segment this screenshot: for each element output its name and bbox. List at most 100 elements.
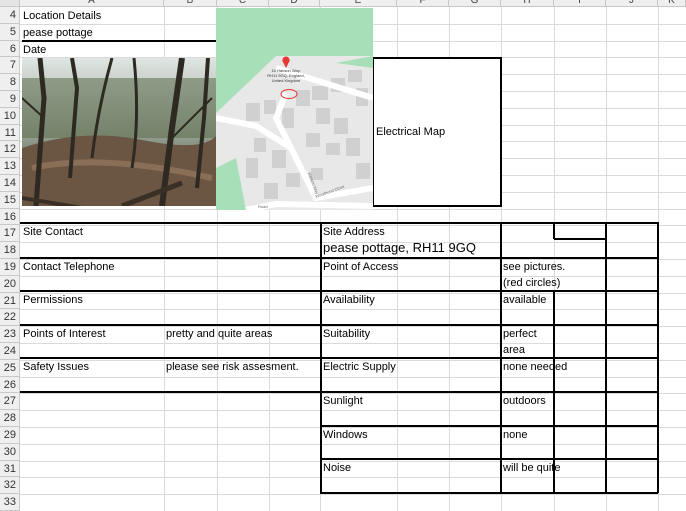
cell-border [20,290,658,292]
cell-point-of-access-value[interactable]: see pictures. [503,260,565,274]
row-header[interactable]: 32 [0,477,20,494]
cell-site-address-value[interactable]: pease pottage, RH11 9GQ [323,241,476,255]
column-header-g[interactable]: G [449,0,501,7]
gridline [20,477,686,478]
row-header[interactable]: 20 [0,276,20,293]
column-header-c[interactable]: C [217,0,269,7]
row-header[interactable]: 4 [0,7,20,24]
cell-noise[interactable]: Noise [323,461,351,475]
row-header[interactable]: 18 [0,242,20,259]
woodland-photo-icon [22,58,216,206]
cell-availability[interactable]: Availability [323,293,375,307]
cell-suitability[interactable]: Suitability [323,327,370,341]
column-header-e[interactable]: E [320,0,397,7]
cell-sunlight-value[interactable]: outdoors [503,394,546,408]
column-header-k[interactable]: K [658,0,686,7]
cell-point-of-access-value-2[interactable]: (red circles) [503,276,560,290]
cell-suitability-value[interactable]: perfect [503,327,537,341]
row-header[interactable]: 23 [0,326,20,343]
row-header[interactable]: 31 [0,461,20,477]
cell-noise-value[interactable]: will be quite [503,461,560,475]
cell-permissions[interactable]: Permissions [23,293,83,307]
cell-border [20,357,658,359]
row-header[interactable]: 6 [0,41,20,57]
row-header[interactable]: 7 [0,57,20,74]
cell-contact-telephone[interactable]: Contact Telephone [23,260,115,274]
cell-a6[interactable]: Date [23,43,46,57]
cell-border [500,222,502,493]
spreadsheet-grid[interactable]: A B C D E F G H I J K 4 5 6 7 8 9 10 11 12 13 14 15… [0,0,686,511]
cell-border [320,222,322,493]
row-header[interactable]: 16 [0,209,20,225]
select-all-corner[interactable] [0,0,20,7]
row-header[interactable]: 19 [0,259,20,276]
cell-suitability-value-2[interactable]: area [503,343,525,357]
row-header[interactable]: 29 [0,427,20,444]
column-header-d[interactable]: D [269,0,320,7]
cell-point-of-access[interactable]: Point of Access [323,260,398,274]
row-header[interactable]: 9 [0,91,20,108]
row-header[interactable]: 24 [0,343,20,360]
column-header-b[interactable]: B [164,0,217,7]
row-header[interactable]: 33 [0,494,20,511]
row-header[interactable]: 27 [0,393,20,410]
cell-electric-supply-value[interactable]: none needed [503,360,567,374]
map-pin-label-3: United Kingdom [272,78,301,83]
cell-border [320,492,658,494]
cell-electric-supply[interactable]: Electric Supply [323,360,396,374]
location-map[interactable]: 15 Hanson Way, RH11 9GQ, England, United… [216,8,373,210]
cell-border [605,222,607,493]
row-header[interactable]: 17 [0,225,20,242]
column-header-h[interactable]: H [501,0,554,7]
gridline [20,309,686,310]
cell-safety-issues[interactable]: Safety Issues [23,360,89,374]
cell-border [20,324,658,326]
row-header[interactable]: 21 [0,293,20,309]
cell-site-address[interactable]: Site Address [323,225,385,239]
cell-border [20,257,658,259]
cell-site-contact[interactable]: Site Contact [23,225,83,239]
cell-a5[interactable]: pease pottage [23,26,93,40]
cell-windows-value[interactable]: none [503,428,527,442]
row-header[interactable]: 11 [0,125,20,141]
gridline [20,410,686,411]
cell-a4[interactable]: Location Details [23,9,101,23]
gridline [20,444,686,445]
row-header[interactable]: 14 [0,175,20,192]
cell-border [320,425,658,427]
cell-border [320,458,658,460]
column-header-i[interactable]: I [554,0,606,7]
column-header-f[interactable]: F [397,0,449,7]
row-header[interactable]: 22 [0,309,20,326]
cell-points-of-interest[interactable]: Points of Interest [23,327,106,341]
cell-points-of-interest-value[interactable]: pretty and quite areas [166,327,272,341]
gridline [20,276,686,277]
row-header[interactable]: 30 [0,444,20,461]
cell-windows[interactable]: Windows [323,428,368,442]
cell-sunlight[interactable]: Sunlight [323,394,363,408]
cell-availability-value[interactable]: available [503,293,546,307]
cell-border [20,391,658,393]
gridline [20,343,686,344]
row-header[interactable]: 25 [0,360,20,377]
row-header[interactable]: 28 [0,410,20,427]
site-photo[interactable] [22,58,216,206]
gridline [20,494,686,495]
cell-border [553,222,555,239]
cell-safety-issues-value[interactable]: please see risk assesment. [166,360,299,374]
cell-border [22,40,217,42]
column-header-a[interactable]: A [20,0,164,7]
column-header-j[interactable]: J [606,0,658,7]
row-header[interactable]: 26 [0,377,20,393]
row-header[interactable]: 12 [0,141,20,158]
cell-border [657,222,659,493]
cell-border [554,238,606,240]
row-header[interactable]: 8 [0,74,20,91]
row-header[interactable]: 15 [0,192,20,209]
map-graphic: 15 Hanson Way, RH11 9GQ, England, United… [216,8,373,210]
row-header[interactable]: 5 [0,24,20,41]
gridline [20,377,686,378]
row-header[interactable]: 10 [0,108,20,125]
electrical-map-label: Electrical Map [376,126,446,138]
row-header[interactable]: 13 [0,158,20,175]
